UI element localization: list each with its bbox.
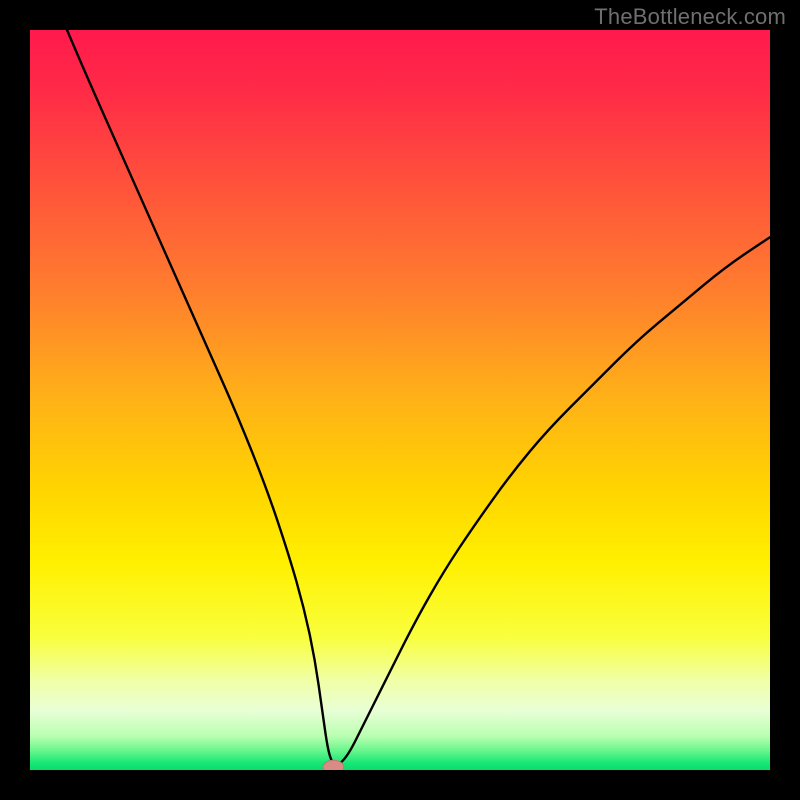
- chart-frame: TheBottleneck.com: [0, 0, 800, 800]
- bottleneck-chart: [30, 30, 770, 770]
- optimal-point-marker: [323, 760, 344, 770]
- plot-area: [30, 30, 770, 770]
- gradient-background: [30, 30, 770, 770]
- watermark-text: TheBottleneck.com: [594, 4, 786, 30]
